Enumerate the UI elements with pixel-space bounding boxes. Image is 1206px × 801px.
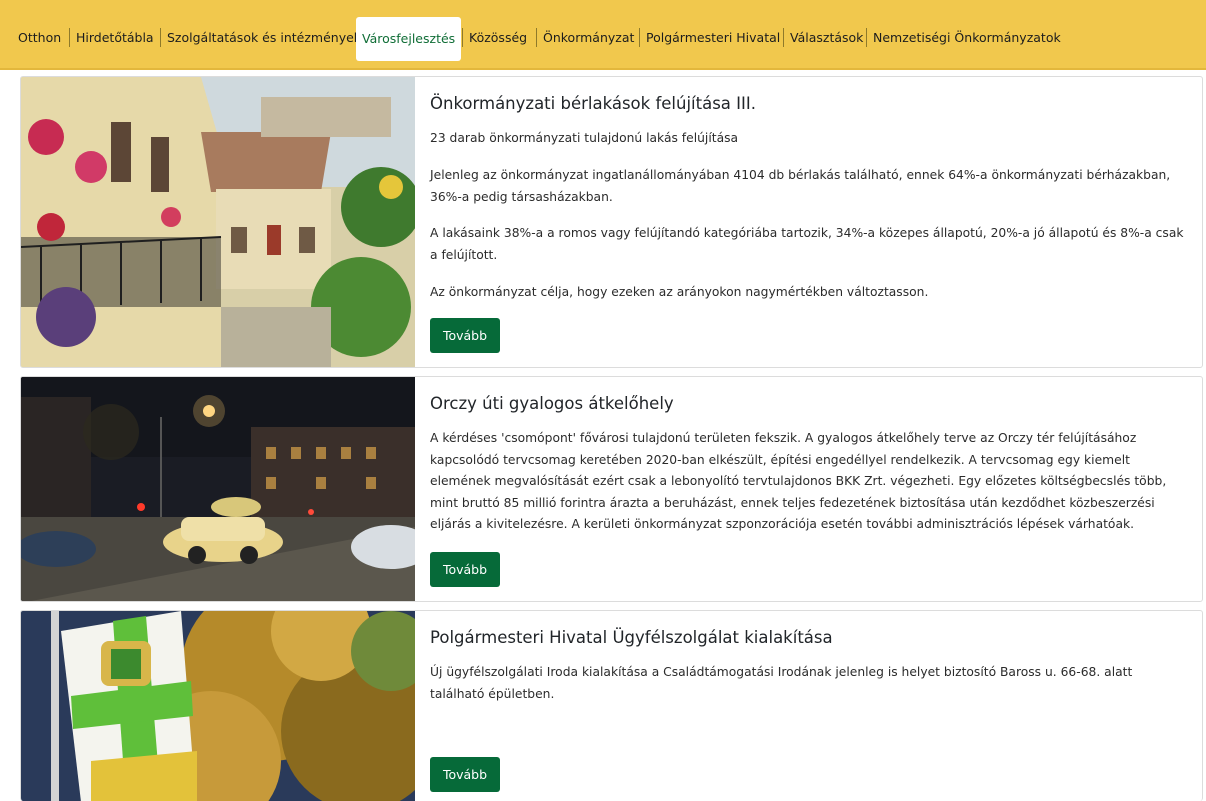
article-lead: 23 darab önkormányzati tulajdonú lakás f… [430,131,739,145]
article-title[interactable]: Önkormányzati bérlakások felújítása III. [430,94,756,113]
nav-separator [69,28,70,47]
nav-item-valasztasok[interactable]: Választások [790,14,863,62]
nav-item-kozosseg[interactable]: Közösség [469,14,527,62]
nav-item-nemzetisegi-onkormanyzatok[interactable]: Nemzetiségi Önkormányzatok [873,14,1061,62]
nav-item-hirdetotabla[interactable]: Hirdetőtábla [76,14,154,62]
nav-item-onkormanyzat[interactable]: Önkormányzat [543,14,634,62]
nav-separator [783,28,784,47]
article-card: Önkormányzati bérlakások felújítása III.… [20,76,1203,368]
article-card: Orczy úti gyalogos átkelőhely A kérdéses… [20,376,1203,602]
night-street-photo [21,377,415,601]
nav-item-szolgaltatasok[interactable]: Szolgáltatások és intézmények [167,14,361,62]
tovabb-button[interactable]: Tovább [430,552,500,587]
district-flag-photo [21,611,415,801]
nav-item-otthon[interactable]: Otthon [18,14,61,62]
article-title[interactable]: Polgármesteri Hivatal Ügyfélszolgálat ki… [430,628,833,647]
article-paragraph: Jelenleg az önkormányzat ingatlanállomán… [430,168,1171,204]
nav-separator [866,28,867,47]
main-navbar: Otthon Hirdetőtábla Szolgáltatások és in… [0,0,1206,70]
article-image-apartment-courtyard[interactable] [21,77,415,367]
article-paragraph: Új ügyfélszolgálati Iroda kialakítása a … [430,665,1133,701]
tovabb-button[interactable]: Tovább [430,757,500,792]
courtyard-photo [21,77,415,367]
nav-separator [462,28,463,47]
nav-separator [160,28,161,47]
article-paragraph: Az önkormányzat célja, hogy ezeken az ar… [430,285,929,299]
nav-item-polgarmesteri-hivatal[interactable]: Polgármesteri Hivatal [646,14,780,62]
nav-separator [639,28,640,47]
article-image-district-flag[interactable] [21,611,415,801]
nav-separator [536,28,537,47]
article-paragraph: A kérdéses 'csomópont' fővárosi tulajdon… [430,431,1167,531]
nav-item-varosfejlesztes[interactable]: Városfejlesztés [356,17,462,61]
article-image-night-street[interactable] [21,377,415,601]
tovabb-button[interactable]: Tovább [430,318,500,353]
article-card: Polgármesteri Hivatal Ügyfélszolgálat ki… [20,610,1203,801]
article-title[interactable]: Orczy úti gyalogos átkelőhely [430,394,674,413]
article-paragraph: A lakásaink 38%-a a romos vagy felújítan… [430,226,1184,262]
